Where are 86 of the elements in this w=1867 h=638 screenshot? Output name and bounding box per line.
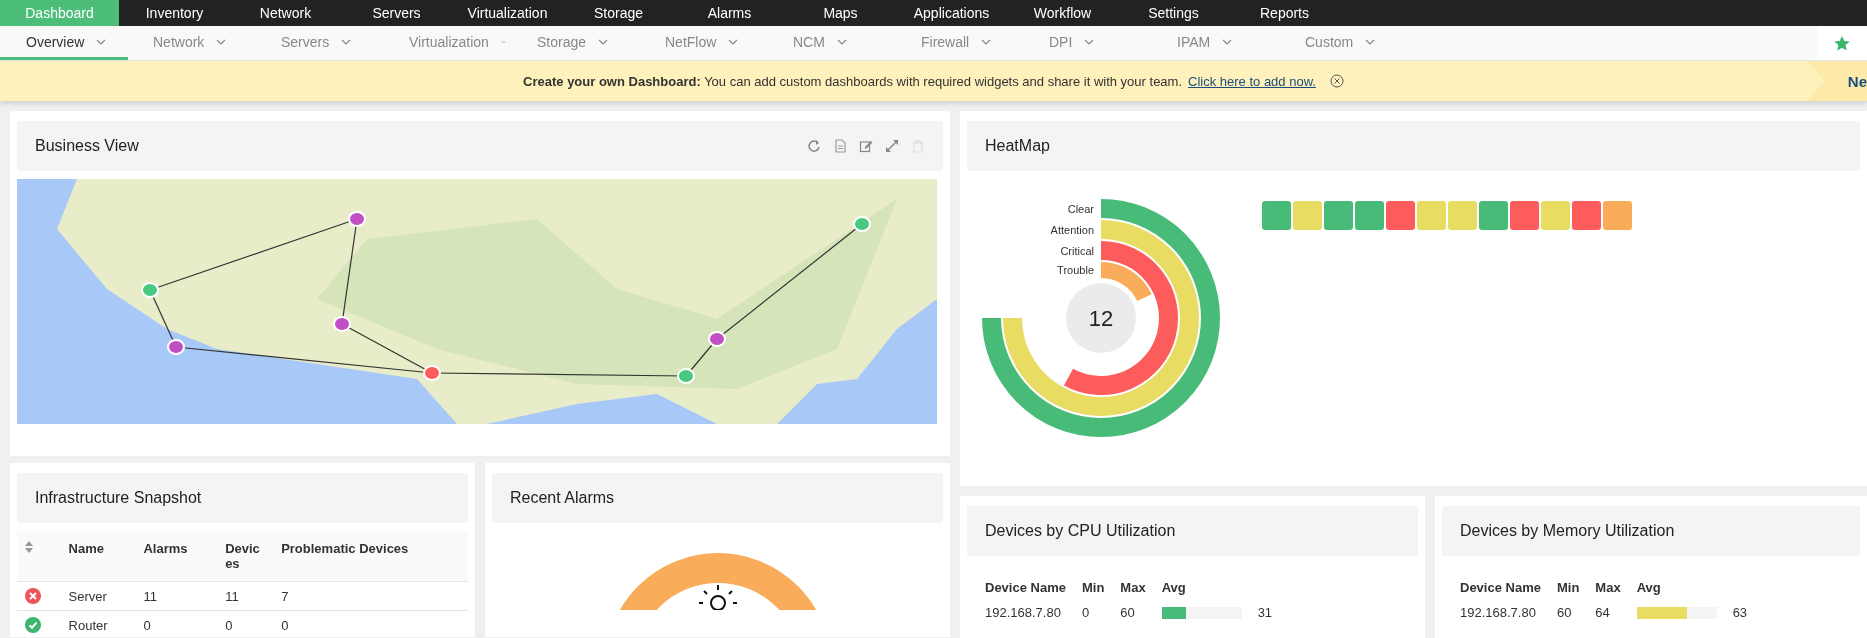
table-cell: 0 xyxy=(273,610,468,638)
status-tile[interactable] xyxy=(1510,201,1539,230)
nav-tab[interactable]: Alarms xyxy=(674,0,785,26)
column-header: Alarms xyxy=(135,531,218,582)
table-cell-text: 192.168.7.80 xyxy=(1459,604,1537,622)
close-icon[interactable] xyxy=(1329,74,1344,88)
refresh-icon[interactable] xyxy=(807,139,821,153)
column-header: Max xyxy=(1594,579,1622,597)
banner-message: Create your own Dashboard: You can add custom dashboards with required widgets and share it with your team. xyxy=(523,73,1183,89)
status-tile[interactable] xyxy=(1479,201,1508,230)
nav-tab[interactable]: Network xyxy=(230,0,341,26)
table-cell: 0 xyxy=(135,610,218,638)
widget-title: Devices by Memory Utilization xyxy=(1460,522,1675,540)
table-cell: 0 xyxy=(217,610,274,638)
nav-tab[interactable]: Applications xyxy=(896,0,1007,26)
chevron-icon xyxy=(598,38,609,45)
table-cell-text: 63 xyxy=(1731,604,1749,622)
column-header: Device Name xyxy=(1459,579,1542,597)
widget-title: Business View xyxy=(35,137,139,155)
edit-icon[interactable] xyxy=(859,139,873,153)
widget-title: Recent Alarms xyxy=(510,489,615,507)
table-cell-text: 192.168.7.80 xyxy=(984,604,1062,622)
table-cell: 11 xyxy=(217,581,274,611)
star-icon[interactable] xyxy=(1833,34,1851,52)
ring-label: Attention xyxy=(1050,223,1094,236)
status-tile[interactable] xyxy=(1355,201,1384,230)
bulb-icon xyxy=(697,584,738,610)
total-count: 12 xyxy=(1088,306,1114,331)
table-cell-text: 60 xyxy=(1555,604,1573,622)
subnav-tab[interactable]: Network xyxy=(128,26,256,60)
table-cell: Server xyxy=(60,581,136,611)
nav-tab[interactable]: Storage xyxy=(563,0,674,26)
chevron-icon xyxy=(341,38,352,45)
nav-tab[interactable]: Inventory xyxy=(119,0,230,26)
status-tile[interactable] xyxy=(1262,201,1291,230)
chevron-icon xyxy=(1084,38,1095,45)
widget-title: Devices by CPU Utilization xyxy=(985,522,1176,540)
ring-label: Critical xyxy=(1060,244,1094,257)
chevron-icon xyxy=(728,38,739,45)
chevron-icon xyxy=(1222,38,1233,45)
chevron-icon xyxy=(836,38,847,45)
status-tile[interactable] xyxy=(1417,201,1446,230)
banner-side-tab[interactable]: Ne xyxy=(1807,61,1867,101)
sort-icon[interactable] xyxy=(25,541,33,553)
table-cell: Router xyxy=(60,610,136,638)
status-tile[interactable] xyxy=(1293,201,1322,230)
chevron-icon xyxy=(981,38,992,45)
status-tile[interactable] xyxy=(1324,201,1353,230)
ring-label: Clear xyxy=(1067,202,1094,215)
column-header: Min xyxy=(1080,579,1106,597)
nav-tab[interactable]: Maps xyxy=(785,0,896,26)
chevron-icon xyxy=(216,38,227,45)
status-tile[interactable] xyxy=(1541,201,1570,230)
table-cell-text: 60 xyxy=(1119,604,1136,622)
table-cell-text: 31 xyxy=(1256,604,1274,622)
table-cell: 7 xyxy=(273,581,468,611)
status-tile[interactable] xyxy=(1448,201,1477,230)
column-header: Problematic Devices xyxy=(273,531,468,582)
nav-tab[interactable]: Workflow xyxy=(1007,0,1118,26)
column-header: Devices xyxy=(217,531,274,582)
total-circle xyxy=(1066,283,1136,353)
column-header: Min xyxy=(1555,579,1581,597)
status-tile[interactable] xyxy=(1572,201,1601,230)
status-tile[interactable] xyxy=(1386,201,1415,230)
widget-title: HeatMap xyxy=(985,137,1050,155)
table-cell-text: 0 xyxy=(1080,604,1091,622)
status-tile[interactable] xyxy=(1603,201,1632,230)
widget-title: Infrastructure Snapshot xyxy=(35,489,202,507)
nav-tab[interactable]: Virtualization xyxy=(452,0,563,26)
document-icon[interactable] xyxy=(833,139,847,153)
column-header: Max xyxy=(1119,579,1147,597)
ring-label: Trouble xyxy=(1057,264,1094,276)
column-header: Name xyxy=(60,531,136,582)
add-dashboard-link[interactable]: Click here to add now. xyxy=(1188,73,1316,89)
column-header: Avg xyxy=(1160,579,1187,597)
column-header: Device Name xyxy=(984,579,1067,597)
nav-tab[interactable]: Settings xyxy=(1118,0,1229,26)
table-cell-text: 64 xyxy=(1594,604,1611,622)
nav-tab[interactable]: Servers xyxy=(341,0,452,26)
chevron-icon xyxy=(500,38,506,45)
chevron-icon xyxy=(1365,38,1376,45)
column-header: Avg xyxy=(1635,579,1662,597)
table-cell: 11 xyxy=(135,581,218,611)
expand-icon[interactable] xyxy=(885,139,899,153)
nav-tab[interactable]: Reports xyxy=(1229,0,1340,26)
chevron-icon xyxy=(96,38,107,45)
